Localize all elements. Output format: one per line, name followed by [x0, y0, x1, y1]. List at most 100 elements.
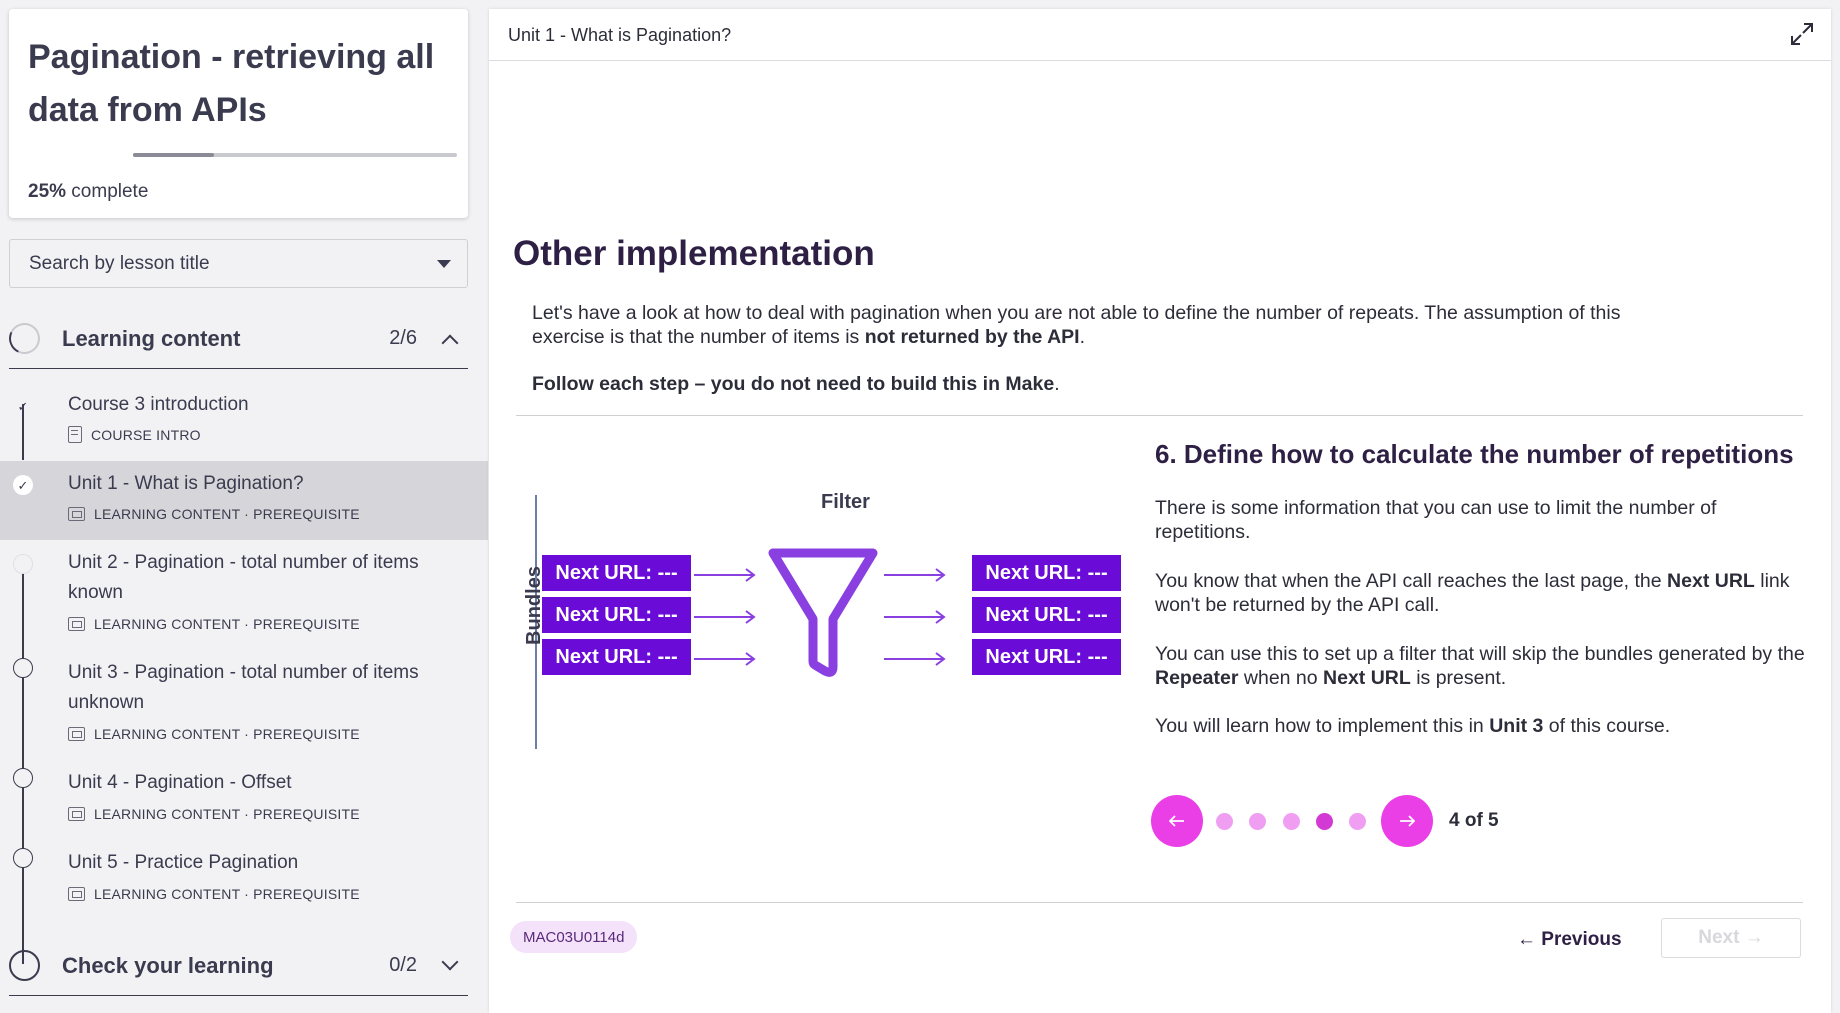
step-paragraph-2: You know that when the API call reaches …	[1155, 569, 1805, 617]
step-paragraph-4: You will learn how to implement this in …	[1155, 714, 1805, 738]
intro-end: .	[1079, 326, 1086, 348]
arrow-right-icon	[1400, 815, 1415, 827]
lesson-meta-text: LEARNING CONTENT · PREREQUISITE	[94, 806, 360, 822]
lesson-item-course-intro[interactable]: ✓ Course 3 introduction COURSE INTRO	[0, 384, 488, 464]
slides-icon	[68, 507, 85, 521]
circle-icon	[13, 658, 33, 678]
text-bold: Repeater	[1155, 667, 1239, 689]
lesson-item-unit-5[interactable]: Unit 5 - Practice Pagination LEARNING CO…	[0, 840, 488, 920]
carousel-prev-button[interactable]	[1151, 795, 1203, 847]
section-title: Check your learning	[62, 952, 274, 978]
arrow-left-icon	[1169, 815, 1184, 827]
section-count: 0/2	[389, 954, 417, 976]
slides-icon	[68, 887, 85, 901]
arrows-in	[694, 568, 756, 666]
text: is present.	[1410, 667, 1507, 689]
carousel-dot[interactable]	[1216, 813, 1233, 830]
section-count: 2/6	[389, 327, 417, 349]
text: You will learn how to implement this in	[1155, 715, 1490, 737]
step-paragraph-1: There is some information that you can u…	[1155, 497, 1717, 543]
lesson-meta-text: LEARNING CONTENT · PREREQUISITE	[94, 726, 360, 742]
lesson-meta: LEARNING CONTENT · PREREQUISITE	[68, 806, 360, 822]
lesson-name: Unit 2 - Pagination - total number of it…	[68, 552, 419, 603]
section-progress-ring-icon	[4, 318, 45, 359]
check-icon: ✓	[13, 475, 33, 495]
lesson-content-panel: Unit 1 - What is Pagination? Other imple…	[489, 9, 1831, 1013]
step-title: 6. Define how to calculate the number of…	[1155, 439, 1794, 469]
unit-title: Unit 1 - What is Pagination?	[508, 25, 732, 45]
lesson-meta-text: LEARNING CONTENT · PREREQUISITE	[94, 886, 360, 902]
lesson-meta: LEARNING CONTENT · PREREQUISITE	[68, 726, 360, 742]
carousel-next-button[interactable]	[1381, 795, 1433, 847]
caret-down-icon	[437, 260, 451, 268]
next-url-box: Next URL: ---	[542, 555, 691, 591]
progress-percent: 25%	[28, 181, 67, 202]
text-bold: Unit 3	[1489, 715, 1544, 737]
lesson-meta: LEARNING CONTENT · PREREQUISITE	[68, 506, 360, 522]
course-card: Pagination - retrieving all data from AP…	[9, 9, 468, 218]
next-button[interactable]: Next →	[1661, 918, 1801, 958]
divider	[516, 902, 1803, 903]
section-progress-ring-icon	[9, 950, 40, 981]
progress-suffix: complete	[66, 181, 149, 202]
expand-icon[interactable]	[1789, 21, 1815, 47]
lesson-code-badge: MAC03U0114d	[510, 921, 638, 953]
lesson-meta: COURSE INTRO	[68, 426, 201, 443]
lesson-header: Unit 1 - What is Pagination?	[489, 9, 1831, 61]
document-icon	[68, 426, 82, 443]
lesson-name: Unit 5 - Practice Pagination	[68, 852, 299, 873]
intro-paragraph: Let's have a look at how to deal with pa…	[532, 301, 1672, 349]
lesson-search-dropdown[interactable]: Search by lesson title	[9, 239, 468, 288]
text: You can use this to set up a filter that…	[1155, 643, 1805, 665]
slides-icon	[68, 807, 85, 821]
chevron-down-icon[interactable]	[441, 953, 459, 971]
carousel-dot[interactable]	[1283, 813, 1300, 830]
section-learning-content[interactable]: Learning content 2/6	[4, 309, 468, 369]
section-check-your-learning[interactable]: Check your learning 0/2	[9, 936, 468, 996]
lesson-item-unit-2[interactable]: Unit 2 - Pagination - total number of it…	[0, 540, 488, 650]
lesson-item-unit-1[interactable]: ✓ Unit 1 - What is Pagination? LEARNING …	[0, 461, 488, 540]
step-carousel: 4 of 5	[1151, 795, 1551, 847]
slide-counter: 4 of 5	[1449, 810, 1499, 831]
next-url-box: Next URL: ---	[972, 639, 1121, 675]
text: You know that when the API call reaches …	[1155, 570, 1668, 592]
lesson-name: Unit 4 - Pagination - Offset	[68, 772, 292, 793]
intro-bold: not returned by the API	[864, 326, 1080, 348]
text-bold: Next URL	[1667, 570, 1755, 592]
slides-icon	[68, 617, 85, 631]
content-heading: Other implementation	[513, 234, 875, 273]
circle-icon	[13, 554, 33, 574]
search-placeholder: Search by lesson title	[29, 252, 210, 274]
lesson-item-unit-3[interactable]: Unit 3 - Pagination - total number of it…	[0, 650, 488, 760]
carousel-dot-current[interactable]	[1316, 813, 1333, 830]
circle-icon	[13, 848, 33, 868]
carousel-dot[interactable]	[1249, 813, 1266, 830]
text: when no	[1238, 667, 1324, 689]
progress-bar	[133, 153, 457, 157]
funnel-icon	[768, 548, 878, 677]
next-url-box: Next URL: ---	[972, 597, 1121, 633]
lesson-meta: LEARNING CONTENT · PREREQUISITE	[68, 616, 360, 632]
lesson-name: Unit 3 - Pagination - total number of it…	[68, 662, 419, 713]
arrows-out	[884, 568, 946, 666]
lesson-meta-text: LEARNING CONTENT · PREREQUISITE	[94, 506, 360, 522]
lesson-name: Unit 1 - What is Pagination?	[68, 473, 304, 494]
next-url-box: Next URL: ---	[542, 597, 691, 633]
step-paragraph-3: You can use this to set up a filter that…	[1155, 642, 1805, 690]
lesson-name: Course 3 introduction	[68, 394, 249, 415]
progress-text: 25% complete	[28, 181, 148, 203]
progress-bar-fill	[133, 153, 214, 157]
carousel-dot[interactable]	[1349, 813, 1366, 830]
text: of this course.	[1543, 715, 1671, 737]
lesson-meta-text: COURSE INTRO	[91, 426, 201, 443]
section-title: Learning content	[62, 325, 241, 351]
lesson-item-unit-4[interactable]: Unit 4 - Pagination - Offset LEARNING CO…	[0, 760, 488, 840]
chevron-up-icon[interactable]	[441, 334, 459, 352]
filter-label: Filter	[821, 491, 870, 513]
lesson-meta: LEARNING CONTENT · PREREQUISITE	[68, 886, 360, 902]
next-url-box: Next URL: ---	[542, 639, 691, 675]
instruction-end: .	[1054, 373, 1060, 395]
previous-button[interactable]: ← Previous	[1517, 925, 1622, 955]
lesson-meta-text: LEARNING CONTENT · PREREQUISITE	[94, 616, 360, 632]
next-url-box: Next URL: ---	[972, 555, 1121, 591]
